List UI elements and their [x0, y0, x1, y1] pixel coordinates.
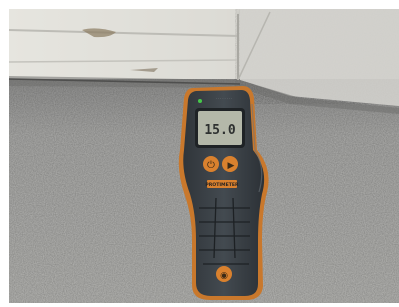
meter-top-print: · · · · · · · ·	[216, 97, 233, 101]
signal-icon: ◉	[220, 271, 228, 281]
power-led	[198, 99, 202, 103]
photo-scene: · · · · · · · · 15.0 ⏻ ▶ PROTIMETER ◉	[0, 0, 399, 307]
brand-label: PROTIMETER	[205, 182, 239, 188]
play-icon: ▶	[228, 161, 235, 171]
moisture-meter: · · · · · · · · 15.0 ⏻ ▶ PROTIMETER ◉	[178, 86, 269, 300]
power-icon: ⏻	[207, 160, 215, 171]
lcd-reading: 15.0	[204, 123, 235, 138]
